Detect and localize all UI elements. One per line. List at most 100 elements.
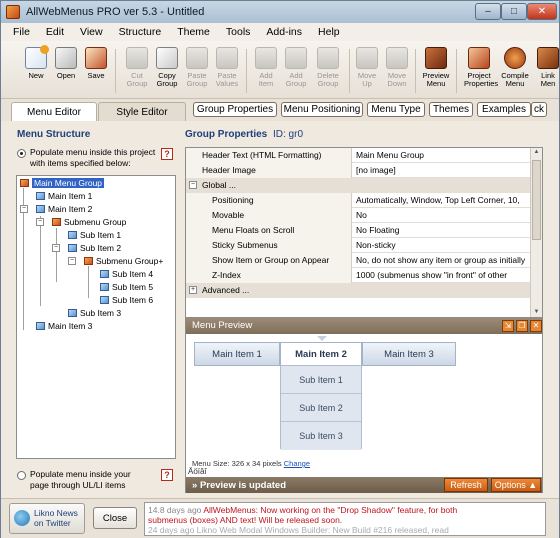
collapse-toggle[interactable]: − [52,244,60,252]
preview-sub-item[interactable]: Sub Item 2 [281,394,361,422]
close-news-button[interactable]: Close [93,507,137,529]
help-icon[interactable]: ? [161,148,173,160]
collapse-toggle[interactable]: − [20,205,28,213]
close-icon[interactable]: ✕ [530,320,542,332]
menu-add-ins[interactable]: Add-ins [258,26,310,38]
scroll-up-arrow-icon[interactable]: ▲ [532,149,541,159]
collapse-toggle[interactable]: − [68,257,76,265]
preview-main-item-active[interactable]: Main Item 2 [280,342,362,366]
collapse-toggle[interactable]: − [36,218,44,226]
property-value[interactable]: Main Menu Group [353,148,531,163]
property-row[interactable]: Positioning Automatically, Window, Top Le… [186,193,532,208]
tab-menu-positioning[interactable]: Menu Positioning [281,102,363,117]
minimize-button[interactable]: – [475,3,501,20]
maximize-button[interactable]: □ [501,3,527,20]
property-row[interactable]: Menu Floats on Scroll No Floating [186,223,532,238]
tree-node-sub-item-3[interactable]: Sub Item 3 [68,307,121,319]
property-row[interactable]: Sticky Submenus Non-sticky [186,238,532,253]
compile-menu-button[interactable]: Compile Menu [500,47,530,88]
item-cube-icon [100,270,109,278]
tree-node-sub-item-4[interactable]: Sub Item 4 [100,268,153,280]
expand-toggle[interactable]: + [189,286,197,294]
collapse-toggle[interactable]: − [189,181,197,189]
menu-theme[interactable]: Theme [169,26,218,38]
scroll-thumb[interactable] [532,160,541,240]
menu-view[interactable]: View [72,26,111,38]
property-row[interactable]: Show Item or Group on Appear No, do not s… [186,253,532,268]
paste-group-button[interactable]: Paste Group [182,47,212,88]
link-menu-button[interactable]: Link Men [533,47,560,88]
tree-node-submenu-group-plus[interactable]: Submenu Group+ [84,255,163,267]
link-menu-icon [537,47,559,69]
preview-sub-item[interactable]: Sub Item 3 [281,422,361,450]
property-row[interactable]: Header Image [no image] [186,163,532,178]
property-value[interactable]: Automatically, Window, Top Left Corner, … [353,193,531,208]
preview-menu-button[interactable]: Preview Menu [421,47,451,88]
property-value[interactable]: No [353,208,531,223]
menu-file[interactable]: File [5,26,38,38]
delete-group-button[interactable]: Delete Group [313,47,343,88]
menu-tree[interactable]: Main Menu Group Main Item 1 − Main Item … [16,175,176,459]
menu-edit[interactable]: Edit [38,26,72,38]
restore-icon[interactable]: ❐ [516,320,528,332]
close-window-button[interactable]: ✕ [527,3,557,20]
menu-structure[interactable]: Structure [111,26,170,38]
new-button[interactable]: New [21,45,51,80]
move-up-button[interactable]: Move Up [352,47,382,88]
tree-node-main-item-3[interactable]: Main Item 3 [36,320,92,332]
save-button[interactable]: Save [81,47,111,80]
refresh-button[interactable]: Refresh [444,478,488,492]
tree-node-main-item-2[interactable]: Main Item 2 [36,203,92,215]
property-row[interactable]: Movable No [186,208,532,223]
change-size-link[interactable]: Change [284,459,310,468]
tab-themes[interactable]: Themes [429,102,473,117]
add-item-button[interactable]: Add Item [251,47,281,88]
help-icon[interactable]: ? [161,469,173,481]
property-value[interactable]: No, do not show any item or group as ini… [353,253,531,268]
tab-menu-type[interactable]: Menu Type [367,102,425,117]
tree-node-sub-item-5[interactable]: Sub Item 5 [100,281,153,293]
cut-group-button[interactable]: Cut Group [122,47,152,88]
tab-group-properties[interactable]: Group Properties [193,102,277,117]
open-button[interactable]: Open [51,47,81,80]
tree-node-sub-item-1[interactable]: Sub Item 1 [68,229,121,241]
options-button[interactable]: Options ▲ [491,478,541,492]
tab-menu-editor[interactable]: Menu Editor [11,102,97,121]
property-row[interactable]: Z-Index 1000 (submenus show "in front" of… [186,268,532,283]
property-value[interactable]: Non-sticky [353,238,531,253]
news-feed[interactable]: 14.8 days ago AllWebMenus: Now working o… [144,502,546,536]
preview-main-item[interactable]: Main Item 1 [194,342,280,366]
property-group-row[interactable]: − Global ... [186,178,532,193]
tree-node-main-menu-group[interactable]: Main Menu Group [20,177,105,189]
tab-overflow[interactable]: ck [531,102,547,117]
project-properties-button[interactable]: Project Properties [464,47,498,88]
property-value[interactable]: No Floating [353,223,531,238]
tab-style-editor[interactable]: Style Editor [98,102,186,121]
title-bar[interactable]: AllWebMenus PRO ver 5.3 - Untitled – □ ✕ [1,1,559,23]
property-group-row[interactable]: + Advanced ... [186,283,532,298]
property-row[interactable]: Header Text (HTML Formatting) Main Menu G… [186,148,532,163]
preview-sub-item[interactable]: Sub Item 1 [281,366,361,394]
tree-node-submenu-group[interactable]: Submenu Group [52,216,126,228]
property-value[interactable]: 1000 (submenus show "in front" of other [353,268,531,283]
property-grid[interactable]: Header Text (HTML Formatting) Main Menu G… [185,147,543,321]
move-down-button[interactable]: Move Down [382,47,412,88]
likno-news-twitter-button[interactable]: Likno News on Twitter [9,503,85,534]
add-group-button[interactable]: Add Group [281,47,311,88]
tree-node-label: Sub Item 5 [112,282,154,292]
preview-main-item[interactable]: Main Item 3 [362,342,456,366]
tree-node-sub-item-2[interactable]: Sub Item 2 [68,242,121,254]
populate-page-radio[interactable] [17,471,26,480]
property-value[interactable]: [no image] [353,163,531,178]
populate-project-radio[interactable] [17,149,26,158]
dock-down-icon[interactable]: ⇲ [502,320,514,332]
menu-tools[interactable]: Tools [218,26,259,38]
tree-node-main-item-1[interactable]: Main Item 1 [36,190,92,202]
property-grid-scrollbar[interactable]: ▲ ▼ [530,148,542,320]
paste-values-button[interactable]: Paste Values [212,47,242,88]
tree-line [88,266,89,298]
copy-group-button[interactable]: Copy Group [152,47,182,88]
tree-node-sub-item-6[interactable]: Sub Item 6 [100,294,153,306]
menu-help[interactable]: Help [310,26,348,38]
tab-examples[interactable]: Examples [477,102,531,117]
